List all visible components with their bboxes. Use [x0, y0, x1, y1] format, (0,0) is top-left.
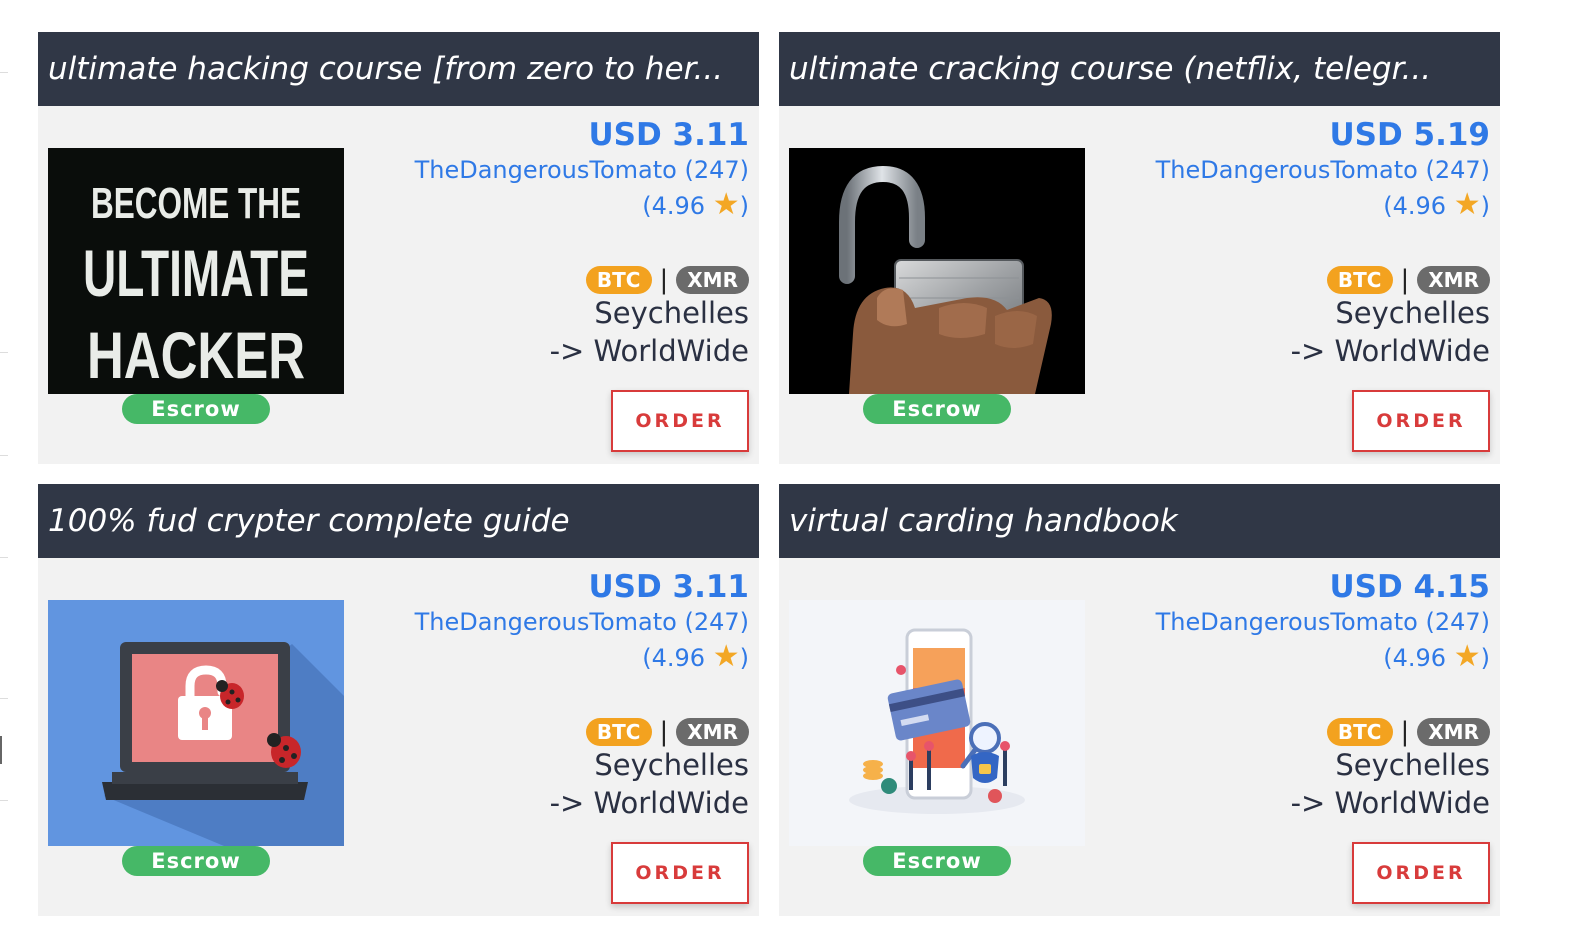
btc-badge: BTC: [585, 266, 652, 294]
edge-divider: [0, 72, 8, 73]
edge-divider: [0, 800, 8, 801]
order-button[interactable]: ORDER: [611, 842, 749, 904]
listing-title[interactable]: ultimate hacking course [from zero to he…: [38, 32, 759, 106]
escrow-badge: Escrow: [863, 846, 1011, 876]
order-button[interactable]: ORDER: [1352, 842, 1490, 904]
listing-title[interactable]: 100% fud crypter complete guide: [38, 484, 759, 558]
seller-link[interactable]: TheDangerousTomato (247): [415, 605, 749, 639]
order-button[interactable]: ORDER: [1352, 390, 1490, 452]
rating-value: (4.96: [1383, 644, 1447, 672]
listing-title-text[interactable]: virtual carding handbook: [789, 503, 1178, 539]
seller-rating: (4.96 ★): [1156, 639, 1490, 676]
escrow-badge: Escrow: [122, 394, 270, 424]
hacker-line-1: BECOME THE: [91, 179, 301, 228]
listing-title-text[interactable]: 100% fud crypter complete guide: [48, 503, 570, 539]
payment-methods: BTC | XMR: [1156, 718, 1490, 746]
seller-link[interactable]: TheDangerousTomato (247): [1156, 153, 1490, 187]
seller-rating: (4.96 ★): [1156, 187, 1490, 224]
order-button[interactable]: ORDER: [611, 390, 749, 452]
star-icon: ★: [1453, 639, 1481, 674]
listing-info: USD 5.19 TheDangerousTomato (247) (4.96 …: [1156, 106, 1490, 370]
ship-to: -> WorldWide: [1290, 334, 1490, 368]
btc-badge: BTC: [1326, 266, 1393, 294]
listing-card: 100% fud crypter complete guide Escrow U…: [38, 484, 759, 916]
laptop-lock-bugs-image[interactable]: [48, 600, 344, 846]
escrow-badge: Escrow: [122, 846, 270, 876]
btc-badge: BTC: [1326, 718, 1393, 746]
ship-from: Seychelles: [1335, 296, 1490, 330]
xmr-badge: XMR: [1417, 718, 1490, 746]
listing-card: ultimate hacking course [from zero to he…: [38, 32, 759, 464]
rating-value: (4.96: [642, 644, 706, 672]
xmr-badge: XMR: [676, 718, 749, 746]
ship-to: -> WorldWide: [549, 786, 749, 820]
listing-info: USD 3.11 TheDangerousTomato (247) (4.96 …: [415, 106, 749, 370]
seller-rating: (4.96 ★): [415, 187, 749, 224]
price: USD 4.15: [1329, 569, 1490, 605]
listing-info: USD 3.11 TheDangerousTomato (247) (4.96 …: [415, 558, 749, 822]
escrow-badge: Escrow: [863, 394, 1011, 424]
payment-methods: BTC | XMR: [1156, 266, 1490, 294]
hacker-line-2: ULTIMATE: [83, 236, 309, 310]
seller-link[interactable]: TheDangerousTomato (247): [415, 153, 749, 187]
edge-divider: [0, 455, 8, 456]
listing-card: virtual carding handbook Escrow USD 4.15…: [779, 484, 1500, 916]
ship-from: Seychelles: [594, 748, 749, 782]
hacker-line-3: HACKER: [87, 318, 305, 392]
rating-value: (4.96: [642, 192, 706, 220]
xmr-badge: XMR: [1417, 266, 1490, 294]
ship-from: Seychelles: [594, 296, 749, 330]
ship-from: Seychelles: [1335, 748, 1490, 782]
edge-divider: [0, 352, 8, 353]
star-icon: ★: [712, 187, 740, 222]
seller-rating: (4.96 ★): [415, 639, 749, 676]
price: USD 3.11: [588, 569, 749, 605]
rating-close: ): [1480, 192, 1490, 220]
listing-title[interactable]: ultimate cracking course (netflix, teleg…: [779, 32, 1500, 106]
payment-methods: BTC | XMR: [415, 266, 749, 294]
star-icon: ★: [712, 639, 740, 674]
btc-badge: BTC: [585, 718, 652, 746]
ship-to: -> WorldWide: [1290, 786, 1490, 820]
open-padlock-image[interactable]: [789, 148, 1085, 394]
listing-grid: ultimate hacking course [from zero to he…: [38, 32, 1500, 916]
phone-card-illustration-image[interactable]: [789, 600, 1085, 846]
price: USD 3.11: [588, 117, 749, 153]
rating-close: ): [739, 644, 749, 672]
edge-divider: [0, 698, 8, 699]
listing-card: ultimate cracking course (netflix, teleg…: [779, 32, 1500, 464]
xmr-badge: XMR: [676, 266, 749, 294]
payment-methods: BTC | XMR: [415, 718, 749, 746]
coin-separator: |: [1400, 717, 1410, 747]
ship-to: -> WorldWide: [549, 334, 749, 368]
star-icon: ★: [1453, 187, 1481, 222]
listing-title[interactable]: virtual carding handbook: [779, 484, 1500, 558]
listing-title-text[interactable]: ultimate cracking course (netflix, teleg…: [789, 51, 1431, 87]
rating-value: (4.96: [1383, 192, 1447, 220]
listing-info: USD 4.15 TheDangerousTomato (247) (4.96 …: [1156, 558, 1490, 822]
scroll-indicator: [0, 736, 2, 764]
edge-divider: [0, 557, 8, 558]
rating-close: ): [1480, 644, 1490, 672]
seller-link[interactable]: TheDangerousTomato (247): [1156, 605, 1490, 639]
coin-separator: |: [1400, 265, 1410, 295]
rating-close: ): [739, 192, 749, 220]
coin-separator: |: [659, 265, 669, 295]
price: USD 5.19: [1329, 117, 1490, 153]
listing-title-text[interactable]: ultimate hacking course [from zero to he…: [48, 51, 723, 87]
become-the-ultimate-hacker-image[interactable]: BECOME THE ULTIMATE HACKER: [48, 148, 344, 394]
coin-separator: |: [659, 717, 669, 747]
